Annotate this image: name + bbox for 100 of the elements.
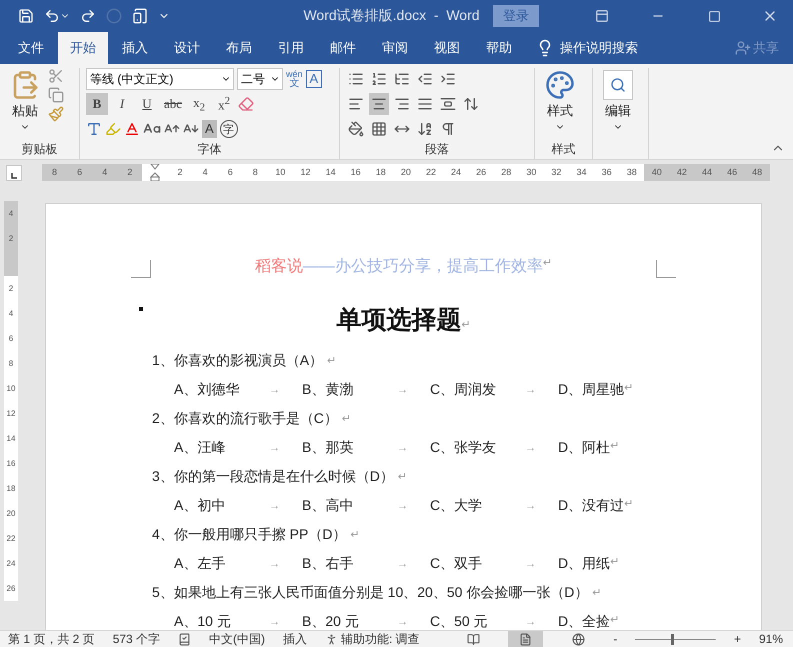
header-text: ——办公技巧分享，提高工作效率	[302, 256, 543, 277]
option-text: D、没有过	[558, 496, 624, 514]
cut-icon[interactable]	[48, 68, 64, 84]
ribbon-tab[interactable]: 文件	[6, 32, 56, 64]
eraser-icon[interactable]	[238, 96, 254, 112]
format-button[interactable]: U	[136, 93, 158, 115]
accessibility-status[interactable]: 辅助功能: 调查	[341, 630, 420, 647]
ribbon-tab[interactable]: 插入	[110, 32, 160, 64]
ruler-number: 16	[343, 164, 368, 181]
option-text: A、10 元	[174, 612, 231, 630]
zoom-in-button[interactable]: +	[734, 632, 741, 646]
ruler-number: 28	[494, 164, 519, 181]
ribbon-tab[interactable]: 审阅	[370, 32, 420, 64]
format-button[interactable]: x$_{2}$	[188, 93, 210, 115]
tab-mark: →	[269, 616, 280, 628]
format-button[interactable]: x$^{2}$	[213, 93, 236, 115]
undo-icon[interactable]	[44, 8, 70, 24]
paragraph-mark: ↵	[461, 318, 471, 331]
question-text: 5、如果地上有三张人民币面值分别是 10、20、50 你会捡哪一张（D）	[152, 584, 588, 602]
paragraph-mark: ↵	[624, 380, 634, 396]
ribbon-tab[interactable]: 邮件	[318, 32, 368, 64]
tab-selector[interactable]	[6, 164, 22, 180]
group-label: 剪贴板	[20, 141, 58, 158]
ruler-number: 14	[318, 164, 344, 181]
ruler-number: 18	[4, 476, 18, 501]
option-text: D、全捡	[558, 612, 610, 630]
phonetic-guide-button[interactable]: wén 文	[286, 70, 303, 88]
option-text: A、刘德华	[174, 380, 240, 398]
question-text: 4、你一般用哪只手擦 PP（D）	[152, 526, 346, 544]
paragraph-mark: ↵	[610, 554, 620, 570]
character-shading-button[interactable]: A	[202, 120, 217, 138]
ruler-number: 12	[4, 401, 18, 426]
indent-marker[interactable]	[142, 164, 168, 181]
proofing-icon[interactable]	[178, 632, 192, 646]
ruler-number: 30	[518, 164, 544, 181]
ruler-number: 4	[92, 164, 118, 181]
ruler-number: 34	[568, 164, 594, 181]
option-text: A、左手	[174, 554, 226, 572]
font-name-field[interactable]: 等线 (中文正文)	[86, 68, 234, 90]
ruler-number: 40	[644, 164, 670, 181]
window-title: Word试卷排版.docx - Word	[302, 7, 481, 25]
ruler-number: 2	[4, 226, 18, 251]
ribbon-tab[interactable]: 引用	[266, 32, 316, 64]
insert-mode[interactable]: 插入	[283, 630, 308, 647]
zoom-slider-thumb[interactable]	[670, 634, 674, 644]
format-button[interactable]: B	[86, 93, 108, 115]
tab-mark: →	[269, 558, 280, 570]
language-label[interactable]: 中文(中国)	[209, 630, 266, 647]
ruler-number: 24	[444, 164, 469, 181]
view-button[interactable]	[508, 631, 543, 647]
tab-mark: →	[397, 558, 408, 570]
redo-icon[interactable]	[80, 8, 96, 24]
tab-mark: →	[397, 442, 408, 454]
styles-button[interactable]: 样式	[541, 68, 579, 141]
document-title: 单项选择题	[336, 305, 462, 336]
ruler-number: 44	[694, 164, 720, 181]
ruler-number: 10	[4, 376, 18, 401]
save-icon[interactable]	[18, 8, 34, 24]
word-count[interactable]: 573 个字	[112, 630, 160, 647]
view-icon	[572, 632, 585, 646]
ruler-number: 12	[292, 164, 318, 181]
format-button[interactable]: I	[111, 93, 133, 115]
option-text: D、周星驰	[558, 380, 624, 398]
tab-mark: →	[269, 442, 280, 454]
option-text: B、高中	[302, 496, 354, 514]
page-count: 第 1 页，共 2 页	[8, 630, 95, 647]
font-size-field[interactable]: 二号	[237, 68, 283, 90]
paste-button[interactable]: 粘贴	[6, 68, 44, 141]
editing-button[interactable]: 编辑	[599, 68, 637, 159]
ribbon-tab[interactable]: 开始	[58, 32, 108, 64]
option-text: B、黄渤	[302, 380, 354, 398]
ribbon-tab[interactable]: 帮助	[474, 32, 524, 64]
ruler-number: 26	[468, 164, 494, 181]
view-icon	[466, 632, 480, 646]
ruler-number: 10	[268, 164, 293, 181]
format-button[interactable]: abc	[161, 93, 186, 115]
zoom-out-button[interactable]: -	[613, 632, 618, 646]
ruler-number: 14	[4, 426, 18, 451]
font-color-icon[interactable]	[124, 121, 140, 137]
ribbon-tab[interactable]: 设计	[162, 32, 212, 64]
tell-me-search[interactable]: 操作说明搜索	[560, 39, 638, 57]
tab-mark: →	[525, 500, 536, 512]
enclose-character-button[interactable]: 字	[220, 120, 238, 138]
view-icon	[519, 632, 532, 646]
character-border-button[interactable]: A	[306, 70, 322, 88]
ruler-number: 16	[4, 451, 18, 476]
copy-icon[interactable]	[48, 87, 64, 103]
option-text: C、张学友	[430, 438, 496, 456]
align-icon[interactable]	[369, 93, 389, 115]
tab-mark: →	[397, 384, 408, 396]
ruler-margin	[4, 251, 18, 276]
ribbon-tab[interactable]: 视图	[422, 32, 472, 64]
accessibility-icon[interactable]	[325, 632, 338, 646]
ribbon-tab[interactable]: 布局	[214, 32, 264, 64]
zoom-level[interactable]: 91%	[758, 632, 784, 646]
text-effect-icon[interactable]	[86, 121, 102, 137]
header-text: 稻客说	[254, 256, 303, 277]
palette-icon	[545, 70, 575, 100]
ruler-number: 22	[418, 164, 444, 181]
ruler-number: 8	[242, 164, 268, 181]
